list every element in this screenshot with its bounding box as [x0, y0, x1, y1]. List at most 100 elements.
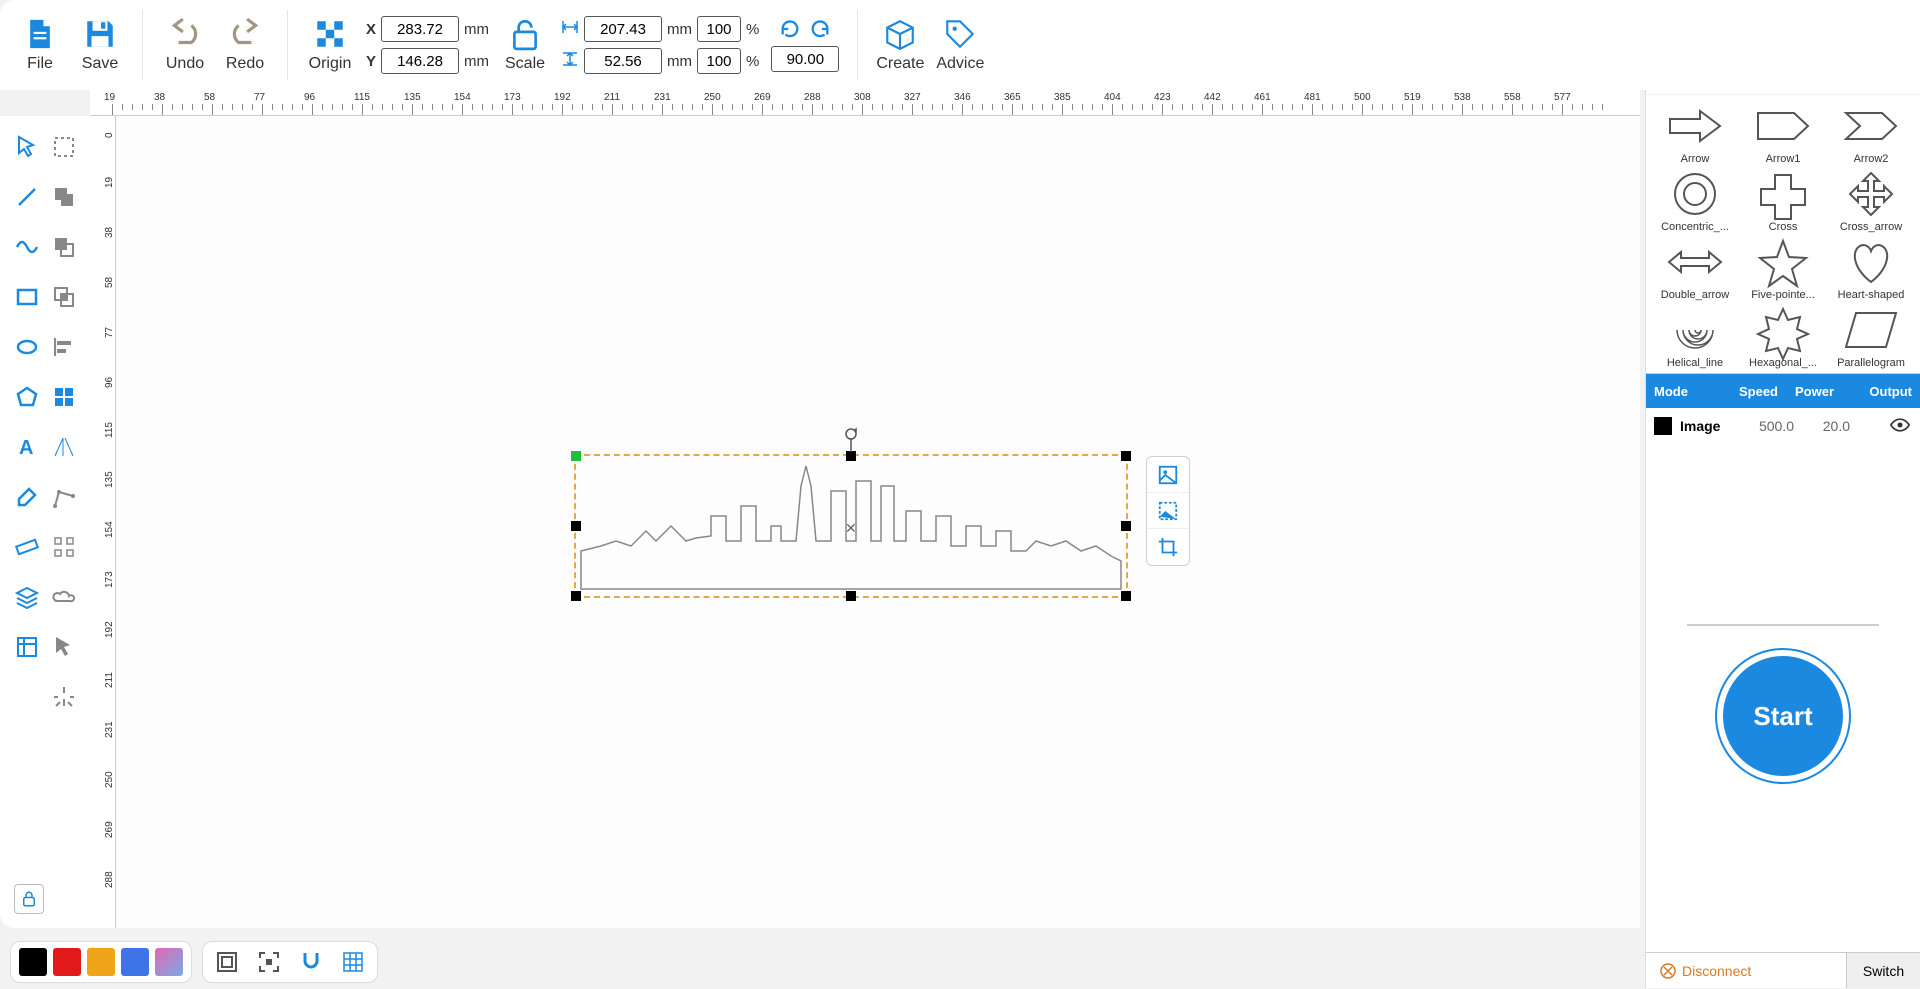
shape-concentric_...[interactable]: Concentric_... [1652, 167, 1738, 233]
grid-tool[interactable] [49, 382, 79, 412]
shape-arrow[interactable]: Arrow [1652, 99, 1738, 165]
rotation-input[interactable] [771, 46, 839, 72]
ruler-tool[interactable] [12, 532, 42, 562]
handle-bm[interactable] [846, 591, 856, 601]
select-tool[interactable] [12, 132, 42, 162]
scale-label: Scale [505, 55, 545, 73]
array-tool[interactable] [49, 532, 79, 562]
fit-selection-icon[interactable] [255, 948, 283, 976]
height-pct-input[interactable] [697, 48, 741, 74]
y-input[interactable] [381, 48, 459, 74]
h-pct: % [746, 53, 759, 70]
rotation-group [771, 18, 839, 72]
shape-cross_arrow[interactable]: Cross_arrow [1828, 167, 1914, 233]
snap-icon[interactable] [297, 948, 325, 976]
layers-tool[interactable] [12, 582, 42, 612]
polygon-tool[interactable] [12, 382, 42, 412]
handle-bl[interactable] [571, 591, 581, 601]
shape-parallelogram[interactable]: Parallelogram [1828, 303, 1914, 369]
handle-mr[interactable] [1121, 521, 1131, 531]
ctx-trace-icon[interactable] [1147, 493, 1189, 529]
crop-tool[interactable] [12, 632, 42, 662]
save-button[interactable]: Save [70, 10, 130, 80]
cloud-tool[interactable] [49, 582, 79, 612]
laser-tool[interactable] [49, 682, 79, 712]
handle-ml[interactable] [571, 521, 581, 531]
rect-tool[interactable] [12, 282, 42, 312]
color-swatch-3[interactable] [121, 948, 149, 976]
lock-icon [20, 890, 38, 908]
col-speed: Speed [1726, 384, 1786, 399]
lock-open-icon [508, 17, 542, 51]
marquee-tool[interactable] [49, 132, 79, 162]
connection-bar: Disconnect Switch [1646, 952, 1920, 988]
mirror-tool[interactable] [49, 432, 79, 462]
advice-button[interactable]: Advice [930, 10, 990, 80]
width-input[interactable] [584, 16, 662, 42]
curve-tool[interactable] [12, 232, 42, 262]
shape-helical_line[interactable]: Helical_line [1652, 303, 1738, 369]
union-tool[interactable] [49, 182, 79, 212]
col-output: Output [1842, 384, 1920, 399]
origin-button[interactable]: Origin [300, 10, 360, 80]
text-tool[interactable]: A [12, 432, 42, 462]
shape-five-pointe...[interactable]: Five-pointe... [1740, 235, 1826, 301]
w-unit: mm [667, 21, 692, 38]
height-input[interactable] [584, 48, 662, 74]
rotation-handle[interactable] [843, 428, 859, 457]
handle-tr[interactable] [1121, 451, 1131, 461]
path-edit-tool[interactable] [49, 482, 79, 512]
shape-cross[interactable]: Cross [1740, 167, 1826, 233]
line-tool[interactable] [12, 182, 42, 212]
shape-double_arrow[interactable]: Double_arrow [1652, 235, 1738, 301]
show-grid-icon[interactable] [339, 948, 367, 976]
scale-button[interactable]: Scale [495, 10, 555, 80]
selected-image[interactable]: ✕ [576, 456, 1126, 596]
start-button[interactable]: Start [1723, 656, 1843, 776]
color-swatch-4[interactable] [155, 948, 183, 976]
layer-color-swatch [1654, 417, 1672, 435]
blank-tool [12, 682, 42, 712]
switch-button[interactable]: Switch [1846, 953, 1920, 988]
handle-br[interactable] [1121, 591, 1131, 601]
lock-button[interactable] [14, 884, 44, 914]
top-toolbar: File Save Undo Redo Origin X mm Y mm Sca… [0, 0, 1920, 90]
color-swatch-2[interactable] [87, 948, 115, 976]
subtract-tool[interactable] [49, 232, 79, 262]
shape-heart-shaped[interactable]: Heart-shaped [1828, 235, 1914, 301]
rotate-cw-icon[interactable] [809, 18, 831, 40]
file-button[interactable]: File [10, 10, 70, 80]
handle-origin[interactable] [571, 451, 581, 461]
redo-button[interactable]: Redo [215, 10, 275, 80]
col-power: Power [1786, 384, 1842, 399]
color-palette [10, 941, 192, 983]
canvas[interactable]: ✕ [116, 116, 1640, 928]
color-swatch-0[interactable] [19, 948, 47, 976]
layer-row[interactable]: Image 500.0 20.0 [1646, 408, 1920, 444]
bottom-tools [202, 941, 378, 983]
layer-visibility[interactable] [1850, 418, 1920, 435]
ellipse-tool[interactable] [12, 332, 42, 362]
align-tool[interactable] [49, 332, 79, 362]
shape-arrow2[interactable]: Arrow2 [1828, 99, 1914, 165]
width-pct-input[interactable] [697, 16, 741, 42]
save-label: Save [82, 55, 118, 73]
shape-hexagonal_...[interactable]: Hexagonal_... [1740, 303, 1826, 369]
ctx-image-icon[interactable] [1147, 457, 1189, 493]
fit-screen-icon[interactable] [213, 948, 241, 976]
intersect-tool[interactable] [49, 282, 79, 312]
connection-status[interactable]: Disconnect [1646, 963, 1846, 979]
x-input[interactable] [381, 16, 459, 42]
ctx-crop-icon[interactable] [1147, 529, 1189, 565]
layer-power: 20.0 [1794, 418, 1850, 434]
tag-icon [943, 17, 977, 51]
pointer-tool[interactable] [49, 632, 79, 662]
undo-button[interactable]: Undo [155, 10, 215, 80]
color-swatch-1[interactable] [53, 948, 81, 976]
eraser-tool[interactable] [12, 482, 42, 512]
rotate-ccw-icon[interactable] [779, 18, 801, 40]
create-button[interactable]: Create [870, 10, 930, 80]
h-unit: mm [667, 53, 692, 70]
shape-arrow1[interactable]: Arrow1 [1740, 99, 1826, 165]
layer-panel: Mode Speed Power Output Image 500.0 20.0 [1646, 373, 1920, 444]
